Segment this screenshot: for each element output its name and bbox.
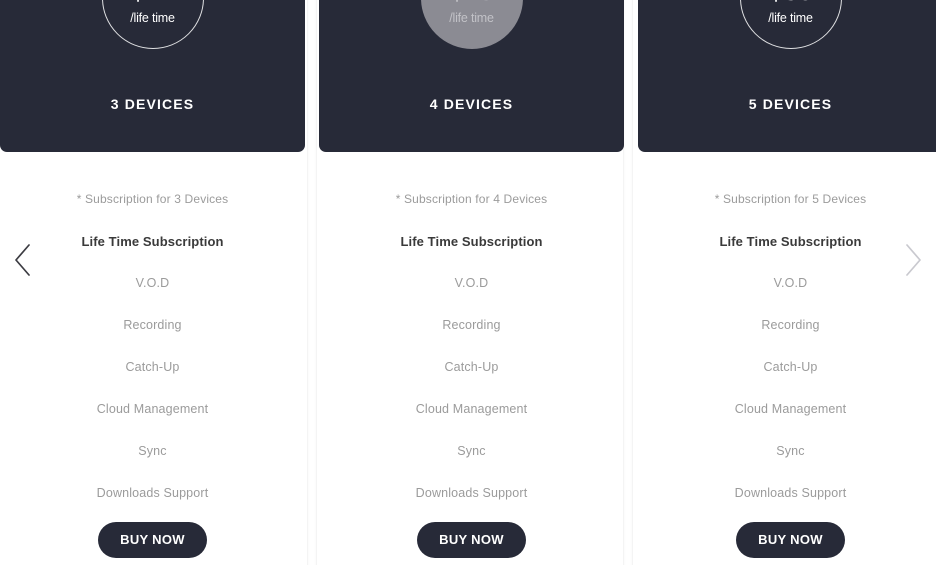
feature-list: * Subscription for 4 Devices Life Time S… (319, 152, 624, 514)
feature-item: Downloads Support (96, 485, 209, 500)
feature-item: Life Time Subscription (719, 233, 862, 249)
price-circle: $22 /life time (101, 0, 204, 49)
pricing-card: $22 /life time 3 DEVICES * Subscription … (0, 0, 305, 585)
price-circle: $25 /life time (420, 0, 523, 49)
feature-item: Sync (457, 443, 486, 458)
feature-item: Recording (761, 317, 820, 332)
pricing-card-header: $22 /life time 3 DEVICES (0, 0, 305, 152)
feature-list: * Subscription for 3 Devices Life Time S… (0, 152, 305, 514)
buy-button-wrap: BUY NOW (638, 522, 936, 558)
slide-divider (630, 0, 633, 565)
feature-item: Life Time Subscription (400, 233, 543, 249)
slide-divider (623, 0, 626, 565)
feature-item: Cloud Management (96, 401, 209, 416)
pricing-card-header: $30 /life time 5 DEVICES (638, 0, 936, 152)
pricing-card-header: $25 /life time 4 DEVICES (319, 0, 624, 152)
pricing-card: $30 /life time 5 DEVICES * Subscription … (638, 0, 936, 585)
pricing-card: $25 /life time 4 DEVICES * Subscription … (319, 0, 624, 585)
devices-label: 3 DEVICES (110, 96, 195, 112)
feature-item: V.O.D (773, 275, 808, 290)
feature-item: Catch-Up (125, 359, 180, 374)
price-period: /life time (768, 10, 813, 25)
buy-button-wrap: BUY NOW (0, 522, 305, 558)
feature-item: Sync (138, 443, 167, 458)
feature-item: Cloud Management (415, 401, 528, 416)
price-circle: $30 /life time (739, 0, 842, 49)
feature-item: * Subscription for 5 Devices (714, 192, 867, 206)
feature-item: Downloads Support (415, 485, 528, 500)
price-amount: $25 (449, 0, 493, 5)
feature-item: Catch-Up (763, 359, 818, 374)
slide-divider (307, 0, 310, 565)
buy-button-wrap: BUY NOW (319, 522, 624, 558)
price-amount: $22 (130, 0, 174, 5)
feature-item: Catch-Up (444, 359, 499, 374)
carousel-next-button[interactable] (890, 236, 936, 284)
chevron-left-icon (12, 243, 34, 277)
price-period: /life time (130, 10, 175, 25)
feature-item: V.O.D (135, 275, 170, 290)
pricing-carousel: $22 /life time 3 DEVICES * Subscription … (0, 0, 936, 585)
feature-list: * Subscription for 5 Devices Life Time S… (638, 152, 936, 514)
price-period: /life time (449, 10, 494, 25)
buy-now-button[interactable]: BUY NOW (98, 522, 207, 558)
feature-item: Cloud Management (734, 401, 847, 416)
feature-item: V.O.D (454, 275, 489, 290)
feature-item: * Subscription for 3 Devices (76, 192, 229, 206)
price-amount: $30 (768, 0, 812, 5)
feature-item: Life Time Subscription (81, 233, 224, 249)
carousel-prev-button[interactable] (0, 236, 46, 284)
pricing-card-track: $22 /life time 3 DEVICES * Subscription … (0, 0, 936, 585)
feature-item: * Subscription for 4 Devices (395, 192, 548, 206)
feature-item: Recording (442, 317, 501, 332)
devices-label: 5 DEVICES (748, 96, 833, 112)
devices-label: 4 DEVICES (429, 96, 514, 112)
feature-item: Sync (776, 443, 805, 458)
feature-item: Recording (123, 317, 182, 332)
slide-divider (314, 0, 317, 565)
buy-now-button[interactable]: BUY NOW (417, 522, 526, 558)
buy-now-button[interactable]: BUY NOW (736, 522, 845, 558)
chevron-right-icon (902, 243, 924, 277)
feature-item: Downloads Support (734, 485, 847, 500)
